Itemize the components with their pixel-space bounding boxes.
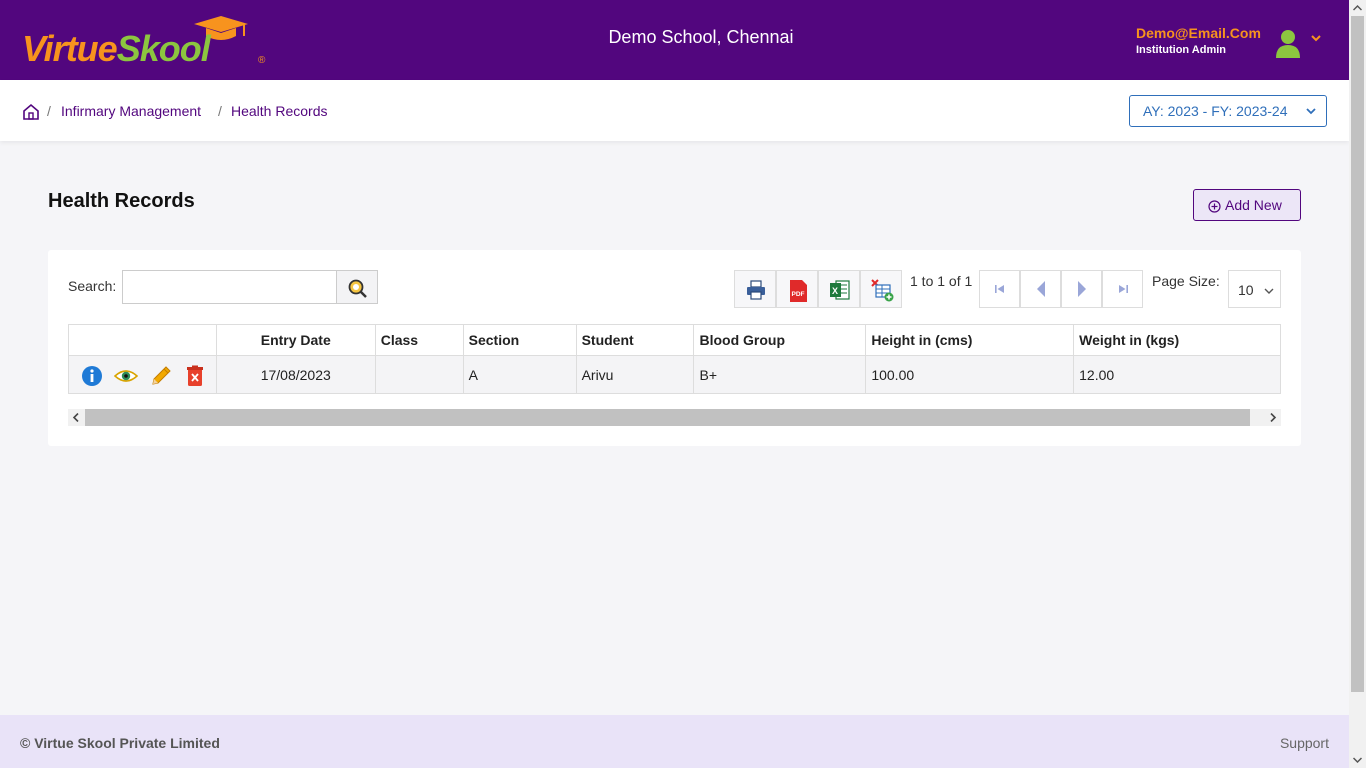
user-email[interactable]: Demo@Email.Com	[1136, 25, 1261, 41]
column-header-section[interactable]: Section	[462, 324, 577, 356]
paging-summary: 1 to 1 of 1	[910, 273, 973, 289]
column-header-actions	[68, 324, 217, 356]
search-input[interactable]	[122, 270, 337, 304]
user-role: Institution Admin	[1136, 44, 1227, 56]
column-header-weight[interactable]: Weight in (kgs)	[1073, 324, 1281, 356]
cell-section: A	[462, 355, 577, 394]
previous-page-button[interactable]	[1020, 270, 1061, 308]
print-icon	[747, 280, 765, 300]
previous-page-icon	[1037, 281, 1045, 297]
excel-icon: X	[830, 280, 850, 300]
column-header-entry-date[interactable]: Entry Date	[215, 324, 376, 356]
breadcrumb-infirmary-management[interactable]: Infirmary Management	[61, 103, 201, 119]
excel-add-button[interactable]	[860, 270, 902, 308]
cell-student: Arivu	[575, 355, 695, 394]
svg-text:X: X	[832, 286, 838, 296]
first-page-button[interactable]	[979, 270, 1020, 308]
page-size-select[interactable]: 10	[1228, 270, 1281, 308]
column-header-blood-group[interactable]: Blood Group	[693, 324, 867, 356]
search-icon	[348, 279, 367, 298]
plus-circle-icon	[1208, 200, 1221, 213]
vertical-scroll-thumb[interactable]	[1351, 16, 1364, 692]
column-header-student[interactable]: Student	[575, 324, 695, 356]
next-page-icon	[1078, 281, 1086, 297]
support-link[interactable]: Support	[1280, 735, 1329, 751]
search-button[interactable]	[336, 270, 378, 304]
search-label: Search:	[68, 278, 117, 294]
breadcrumb-separator: /	[47, 103, 51, 119]
scroll-right-arrow-icon[interactable]	[1269, 413, 1277, 422]
page-vertical-scrollbar[interactable]	[1349, 0, 1366, 768]
cell-height: 100.00	[865, 355, 1075, 394]
column-header-class[interactable]: Class	[374, 324, 464, 356]
academic-year-select[interactable]: AY: 2023 - FY: 2023-24	[1129, 95, 1327, 127]
academic-year-value: AY: 2023 - FY: 2023-24	[1143, 103, 1288, 119]
add-new-label: Add New	[1225, 197, 1282, 213]
edit-pencil-icon[interactable]	[150, 365, 172, 390]
chevron-down-icon	[1306, 108, 1316, 115]
info-icon[interactable]	[81, 365, 103, 390]
view-eye-icon[interactable]	[113, 365, 139, 390]
breadcrumb: / Infirmary Management / Health Records …	[0, 80, 1349, 141]
chevron-down-icon	[1264, 288, 1274, 294]
excel-export-button[interactable]: X	[818, 270, 860, 308]
cell-entry-date: 17/08/2023	[215, 355, 376, 394]
column-header-height[interactable]: Height in (cms)	[865, 324, 1075, 356]
table-horizontal-scrollbar[interactable]	[68, 409, 1281, 426]
scroll-left-arrow-icon[interactable]	[72, 413, 80, 422]
last-page-icon	[1119, 285, 1128, 293]
top-header: VirtueSkool ® Demo School, Chennai Demo@…	[0, 0, 1349, 80]
home-icon[interactable]	[22, 103, 40, 121]
page-size-label: Page Size:	[1152, 273, 1220, 289]
logo-registered-mark: ®	[258, 55, 266, 66]
page-size-value: 10	[1238, 282, 1254, 298]
cell-class	[374, 355, 464, 394]
footer: © Virtue Skool Private Limited Support	[0, 715, 1349, 768]
delete-icon[interactable]	[185, 365, 205, 390]
user-avatar-icon[interactable]	[1275, 28, 1301, 58]
add-new-button[interactable]: Add New	[1193, 189, 1301, 221]
horizontal-scroll-thumb[interactable]	[85, 409, 1250, 426]
table-row[interactable]: 17/08/2023 A Arivu B+ 100.00 12.00	[68, 355, 1281, 394]
svg-text:PDF: PDF	[792, 291, 805, 298]
last-page-button[interactable]	[1102, 270, 1143, 308]
print-button[interactable]	[734, 270, 776, 308]
health-records-table: Entry Date Class Section Student Blood G…	[68, 324, 1281, 394]
next-page-button[interactable]	[1061, 270, 1102, 308]
pdf-export-button[interactable]: PDF	[776, 270, 818, 308]
chevron-down-icon[interactable]	[1310, 32, 1322, 44]
scroll-down-arrow-icon[interactable]	[1353, 756, 1362, 764]
first-page-icon	[995, 285, 1004, 293]
row-actions-cell	[68, 355, 217, 394]
records-card: Search: PDF X 1 to 1 of 1 Page Size: 10 …	[48, 250, 1301, 446]
table-header-row: Entry Date Class Section Student Blood G…	[68, 324, 1281, 356]
scroll-up-arrow-icon[interactable]	[1353, 4, 1362, 12]
excel-add-icon	[871, 279, 894, 302]
copyright-text: © Virtue Skool Private Limited	[20, 735, 220, 751]
cell-blood-group: B+	[693, 355, 867, 394]
breadcrumb-health-records[interactable]: Health Records	[231, 103, 328, 119]
pdf-icon: PDF	[790, 280, 807, 302]
breadcrumb-separator: /	[218, 103, 222, 119]
page-title: Health Records	[48, 190, 195, 212]
cell-weight: 12.00	[1073, 355, 1281, 394]
